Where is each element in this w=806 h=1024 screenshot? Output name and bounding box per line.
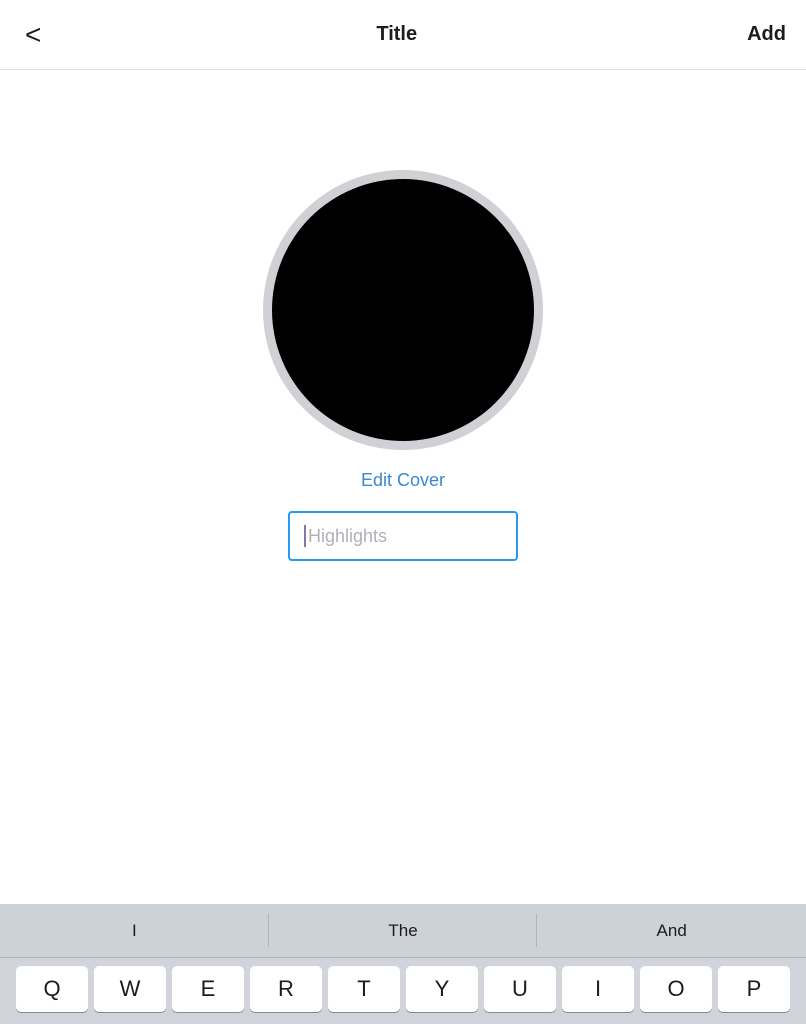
key-w[interactable]: W bbox=[94, 966, 166, 1012]
main-content: Edit Cover Highlights bbox=[0, 70, 806, 561]
autocomplete-i[interactable]: I bbox=[0, 904, 269, 957]
title-input-field[interactable]: Highlights bbox=[288, 511, 518, 561]
key-o[interactable]: O bbox=[640, 966, 712, 1012]
key-i[interactable]: I bbox=[562, 966, 634, 1012]
key-y[interactable]: Y bbox=[406, 966, 478, 1012]
avatar-image bbox=[272, 179, 534, 441]
back-button[interactable]: < bbox=[20, 14, 46, 56]
edit-cover-button[interactable]: Edit Cover bbox=[361, 470, 445, 491]
autocomplete-and[interactable]: And bbox=[537, 904, 806, 957]
avatar-container bbox=[263, 170, 543, 450]
autocomplete-bar: I The And bbox=[0, 904, 806, 958]
key-e[interactable]: E bbox=[172, 966, 244, 1012]
text-cursor bbox=[304, 525, 306, 547]
key-row-qwerty: Q W E R T Y U I O P bbox=[4, 966, 802, 1012]
key-u[interactable]: U bbox=[484, 966, 556, 1012]
key-r[interactable]: R bbox=[250, 966, 322, 1012]
add-button[interactable]: Add bbox=[747, 23, 786, 46]
nav-bar: < Title Add bbox=[0, 0, 806, 70]
key-q[interactable]: Q bbox=[16, 966, 88, 1012]
page-title: Title bbox=[376, 23, 417, 46]
autocomplete-the[interactable]: The bbox=[269, 904, 538, 957]
key-t[interactable]: T bbox=[328, 966, 400, 1012]
input-placeholder-text: Highlights bbox=[308, 526, 387, 547]
keyboard-rows: Q W E R T Y U I O P bbox=[0, 958, 806, 1024]
keyboard: I The And Q W E R T Y U I O P bbox=[0, 904, 806, 1024]
key-p[interactable]: P bbox=[718, 966, 790, 1012]
